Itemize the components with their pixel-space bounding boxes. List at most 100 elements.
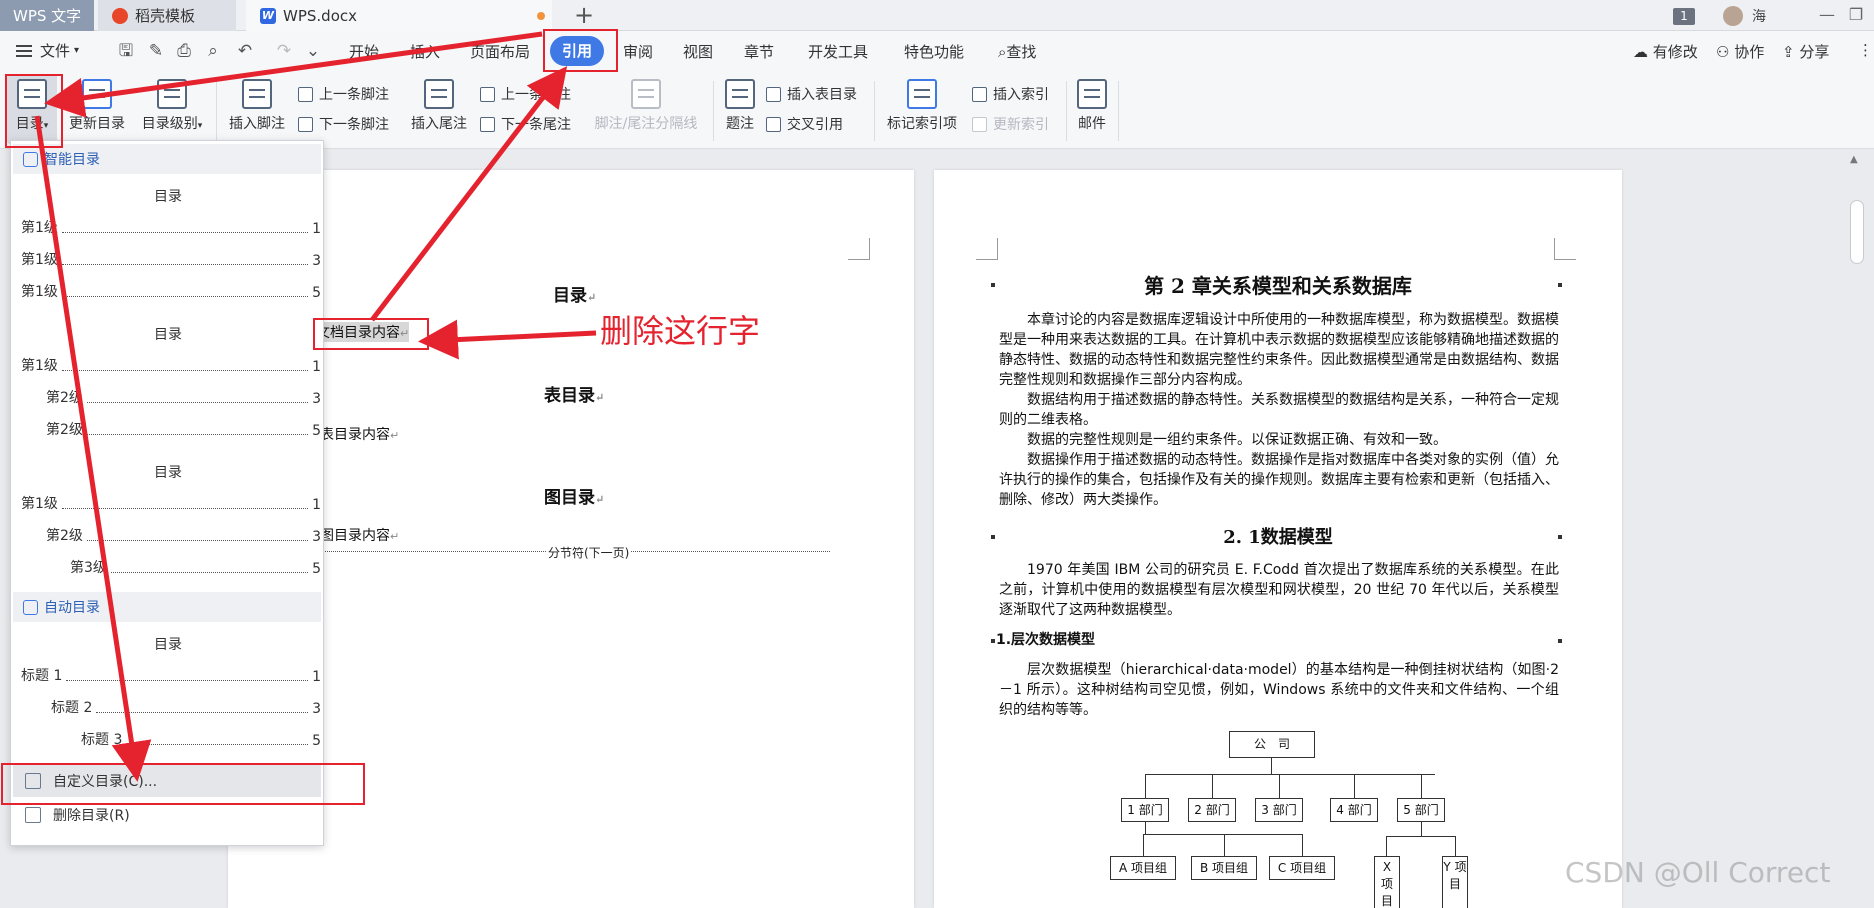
org-node-group: C 项目组: [1269, 856, 1335, 880]
toc-style-1-entry[interactable]: 第1级 5: [21, 283, 321, 301]
toc-level-button[interactable]: 目录级别▾: [136, 79, 208, 133]
undo-icon[interactable]: ↶: [234, 40, 256, 62]
collaborate-button[interactable]: ⚇ 协作: [1716, 41, 1764, 62]
format-painter-icon[interactable]: ✎: [145, 40, 167, 62]
toc-style-3-entry[interactable]: 第3级 5: [70, 559, 321, 577]
table-of-figures-icon: [766, 86, 781, 102]
insert-index-icon: [972, 86, 987, 102]
notification-badge[interactable]: 1: [1673, 8, 1695, 25]
tab-page-layout[interactable]: 页面布局: [470, 41, 530, 62]
toc-dropdown-menu: 智能目录 目录 第1级 1 第1级 3 第1级 5 目录 第1级 1 第2级 3 第2级 5…: [10, 140, 324, 846]
prev-endnote-button[interactable]: 上一条尾注: [480, 84, 571, 104]
auto-toc-entry[interactable]: 标题 23: [51, 699, 321, 717]
org-node-sub: X 项 目: [1374, 856, 1400, 908]
tab-home[interactable]: 开始: [349, 41, 379, 62]
document-page-2[interactable]: 第 2 章关系模型和关系数据库 本章讨论的内容是数据库逻辑设计中所使用的一种数据…: [934, 170, 1622, 908]
more-chevron-icon[interactable]: ⌄: [302, 40, 324, 62]
save-icon[interactable]: 🖫: [115, 40, 137, 62]
org-connector: [1145, 774, 1435, 775]
highlight-references-tab: [543, 29, 618, 72]
avatar[interactable]: [1723, 6, 1743, 26]
mail-button[interactable]: 邮件: [1074, 79, 1110, 133]
new-tab-button[interactable]: +: [572, 2, 596, 28]
toc-style-title: 目录: [154, 327, 182, 343]
unsaved-indicator: [537, 12, 545, 20]
redo-icon[interactable]: ↷: [273, 40, 295, 62]
insert-index-button[interactable]: 插入索引: [972, 84, 1049, 104]
auto-toc-entry[interactable]: 标题 35: [81, 731, 321, 749]
toc-style-1-entry[interactable]: 第1级 1: [21, 219, 321, 237]
caption-icon: [725, 79, 755, 109]
tab-document[interactable]: W WPS.docx: [246, 0, 552, 31]
tab-view[interactable]: 视图: [683, 41, 713, 62]
smart-toc-icon: [23, 151, 38, 167]
print-preview-icon[interactable]: ⌕: [202, 40, 224, 62]
next-endnote-button[interactable]: 下一条尾注: [480, 114, 571, 134]
scrollbar-thumb[interactable]: [1850, 200, 1864, 264]
margin-corner-mark: [976, 238, 998, 260]
tab-special-features[interactable]: 特色功能: [904, 41, 964, 62]
org-connector: [1279, 774, 1280, 798]
toc-style-2-entry[interactable]: 第2级 5: [46, 421, 321, 439]
tab-developer[interactable]: 开发工具: [808, 41, 868, 62]
ribbon-divider: [713, 81, 714, 141]
update-index-button[interactable]: 更新索引: [972, 114, 1049, 134]
org-connector: [1271, 758, 1272, 774]
mark-index-entry-button[interactable]: 标记索引项: [884, 79, 960, 133]
minimize-icon[interactable]: —: [1816, 4, 1838, 26]
tab-insert[interactable]: 插入: [410, 41, 440, 62]
toc-style-2-entry[interactable]: 第2级 3: [46, 389, 321, 407]
insert-table-of-figures-button[interactable]: 插入表目录: [766, 84, 857, 104]
print-icon[interactable]: ⎙: [173, 40, 195, 62]
insert-footnote-button[interactable]: 插入脚注: [226, 79, 288, 133]
toc-style-3-entry[interactable]: 第2级 3: [46, 527, 321, 545]
share-button[interactable]: ⇪ 分享: [1782, 41, 1829, 62]
prev-footnote-button[interactable]: 上一条脚注: [298, 84, 389, 104]
scroll-up-icon[interactable]: ▲: [1850, 154, 1858, 165]
tab-chapter[interactable]: 章节: [744, 41, 774, 62]
word-doc-icon: W: [260, 7, 276, 24]
next-footnote-button[interactable]: 下一条脚注: [298, 114, 389, 134]
find-button[interactable]: ⌕查找: [998, 41, 1036, 62]
changes-button[interactable]: ☁ 有修改: [1633, 41, 1698, 62]
update-toc-button[interactable]: 更新目录: [66, 79, 128, 133]
auto-toc-icon: [23, 599, 38, 615]
caption-button[interactable]: 题注: [722, 79, 758, 133]
org-node-dept: 3 部门: [1255, 798, 1303, 822]
more-icon[interactable]: ⋮: [1858, 41, 1873, 59]
org-node-dept: 1 部门: [1121, 798, 1169, 822]
body-paragraph: 1970 年美国 IBM 公司的研究员 E. F.Codd 首次提出了数据库系统…: [999, 562, 1559, 618]
ribbon-divider: [216, 81, 217, 141]
margin-corner-mark: [848, 238, 870, 260]
smart-toc-header: 智能目录: [13, 144, 321, 174]
mail-icon: [1077, 79, 1107, 109]
delete-toc-icon: [25, 807, 41, 823]
cross-reference-button[interactable]: 交叉引用: [766, 114, 843, 134]
cross-reference-icon: [766, 116, 781, 132]
separator-icon: [631, 79, 661, 109]
ribbon-divider: [1066, 81, 1067, 141]
toc-style-3-entry[interactable]: 第1级 1: [21, 495, 321, 513]
tab-review[interactable]: 审阅: [623, 41, 653, 62]
menu-bar: 文件 ▾ 🖫 ✎ ⎙ ⌕ ↶ ↷ ⌄ 开始 插入 页面布局 引用 审阅 视图 章节…: [0, 31, 1874, 71]
watermark: CSDN @Oll Correct: [1565, 856, 1831, 889]
ribbon-divider: [1118, 81, 1119, 141]
toc-style-2-entry[interactable]: 第1级 1: [21, 357, 321, 375]
tab-wps-writer[interactable]: WPS 文字: [0, 0, 94, 31]
file-menu[interactable]: 文件 ▾: [16, 40, 79, 61]
section-break-label: 分节符(下一页): [546, 544, 632, 561]
user-name[interactable]: 海: [1752, 6, 1766, 26]
body-paragraph: 数据结构用于描述数据的静态特性。关系数据模型的数据结构是关系，一种符合一定规则的…: [999, 392, 1559, 428]
insert-endnote-button[interactable]: 插入尾注: [408, 79, 470, 133]
tab-docer-templates[interactable]: 稻壳模板: [98, 0, 236, 31]
auto-toc-entry[interactable]: 标题 11: [21, 667, 321, 685]
restore-icon[interactable]: ❐: [1845, 4, 1867, 26]
note-separator-button[interactable]: 脚注/尾注分隔线: [590, 79, 702, 133]
org-connector: [1386, 836, 1387, 856]
highlight-custom-toc: [1, 763, 365, 805]
auto-toc-header: 自动目录: [13, 592, 321, 622]
toc-style-1-entry[interactable]: 第1级 3: [21, 251, 321, 269]
body-paragraph: 数据的完整性规则是一组约束条件。以保证数据正确、有效和一致。: [1027, 432, 1447, 448]
toc-style-title: 目录: [154, 637, 182, 653]
next-endnote-icon: [480, 116, 495, 132]
